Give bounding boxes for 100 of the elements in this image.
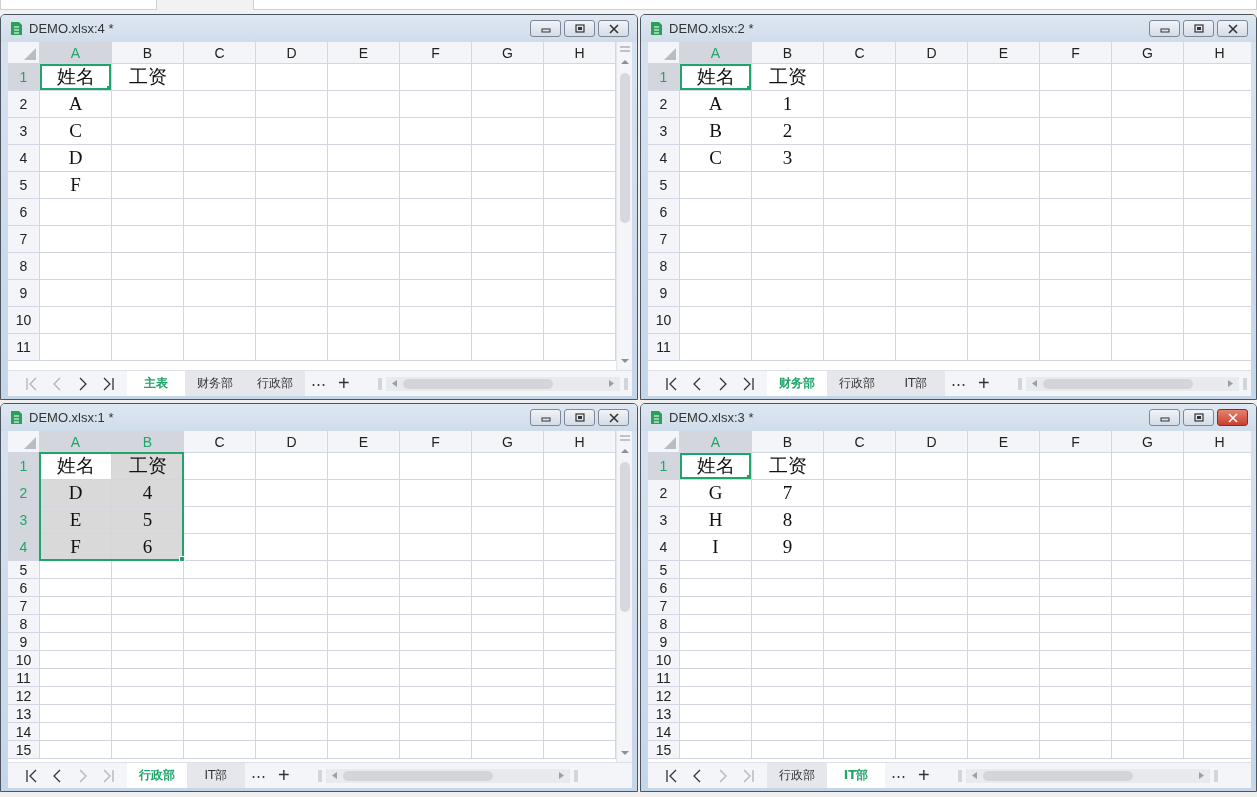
row-header[interactable]: 3 bbox=[8, 118, 40, 145]
table-cell[interactable] bbox=[968, 561, 1040, 579]
table-cell[interactable] bbox=[896, 741, 968, 759]
table-cell[interactable] bbox=[1040, 633, 1112, 651]
column-header[interactable]: D bbox=[256, 431, 328, 453]
table-cell[interactable] bbox=[400, 334, 472, 361]
table-cell[interactable] bbox=[1040, 118, 1112, 145]
table-cell[interactable] bbox=[328, 280, 400, 307]
table-cell[interactable] bbox=[896, 172, 968, 199]
table-cell[interactable] bbox=[824, 118, 896, 145]
close-button[interactable] bbox=[1217, 409, 1248, 426]
table-cell[interactable] bbox=[184, 507, 256, 534]
table-cell[interactable] bbox=[680, 199, 752, 226]
table-cell[interactable] bbox=[184, 480, 256, 507]
table-cell[interactable] bbox=[328, 507, 400, 534]
row-header[interactable]: 12 bbox=[648, 687, 680, 705]
close-button[interactable] bbox=[1217, 20, 1248, 37]
row-header[interactable]: 7 bbox=[8, 597, 40, 615]
table-cell[interactable] bbox=[680, 280, 752, 307]
table-cell[interactable] bbox=[184, 597, 256, 615]
table-cell[interactable] bbox=[256, 226, 328, 253]
table-cell[interactable] bbox=[184, 307, 256, 334]
table-cell[interactable]: H bbox=[680, 507, 752, 534]
add-sheet-button[interactable]: + bbox=[332, 372, 356, 395]
table-cell[interactable] bbox=[1040, 307, 1112, 334]
table-cell[interactable] bbox=[752, 561, 824, 579]
row-header[interactable]: 7 bbox=[648, 597, 680, 615]
table-cell[interactable] bbox=[112, 705, 184, 723]
table-cell[interactable] bbox=[824, 91, 896, 118]
horizontal-scrollbar[interactable] bbox=[1025, 376, 1239, 391]
table-cell[interactable] bbox=[896, 334, 968, 361]
row-header[interactable]: 15 bbox=[648, 741, 680, 759]
table-cell[interactable] bbox=[824, 280, 896, 307]
table-cell[interactable] bbox=[472, 615, 544, 633]
table-cell[interactable] bbox=[256, 64, 328, 91]
table-cell[interactable]: 2 bbox=[752, 118, 824, 145]
table-cell[interactable] bbox=[896, 669, 968, 687]
fill-handle[interactable] bbox=[747, 86, 751, 90]
table-cell[interactable] bbox=[256, 615, 328, 633]
table-cell[interactable] bbox=[256, 280, 328, 307]
table-cell[interactable] bbox=[256, 172, 328, 199]
table-cell[interactable] bbox=[824, 253, 896, 280]
table-cell[interactable] bbox=[968, 307, 1040, 334]
table-cell[interactable] bbox=[184, 615, 256, 633]
table-cell[interactable] bbox=[400, 615, 472, 633]
table-cell[interactable] bbox=[968, 534, 1040, 561]
table-cell[interactable] bbox=[1040, 253, 1112, 280]
table-cell[interactable] bbox=[40, 199, 112, 226]
table-cell[interactable]: C bbox=[680, 145, 752, 172]
table-cell[interactable] bbox=[400, 741, 472, 759]
table-cell[interactable] bbox=[328, 199, 400, 226]
table-cell[interactable] bbox=[1040, 561, 1112, 579]
table-cell[interactable] bbox=[896, 307, 968, 334]
table-cell[interactable] bbox=[472, 453, 544, 480]
row-header[interactable]: 7 bbox=[8, 226, 40, 253]
table-cell[interactable] bbox=[184, 118, 256, 145]
select-all-corner[interactable] bbox=[8, 431, 40, 453]
table-cell[interactable] bbox=[112, 253, 184, 280]
row-header[interactable]: 14 bbox=[648, 723, 680, 741]
table-cell[interactable]: 工资 bbox=[112, 64, 184, 91]
table-cell[interactable] bbox=[680, 334, 752, 361]
row-header[interactable]: 9 bbox=[8, 633, 40, 651]
table-cell[interactable] bbox=[1112, 741, 1184, 759]
table-cell[interactable] bbox=[968, 597, 1040, 615]
input-field[interactable] bbox=[0, 0, 157, 10]
table-cell[interactable] bbox=[400, 597, 472, 615]
table-cell[interactable] bbox=[1040, 334, 1112, 361]
table-cell[interactable] bbox=[472, 118, 544, 145]
table-cell[interactable] bbox=[1112, 307, 1184, 334]
table-cell[interactable] bbox=[824, 64, 896, 91]
table-cell[interactable] bbox=[1040, 91, 1112, 118]
table-cell[interactable] bbox=[680, 615, 752, 633]
table-cell[interactable]: F bbox=[40, 534, 112, 561]
table-cell[interactable] bbox=[896, 615, 968, 633]
table-cell[interactable] bbox=[472, 507, 544, 534]
table-cell[interactable] bbox=[400, 723, 472, 741]
table-cell[interactable] bbox=[824, 723, 896, 741]
table-cell[interactable] bbox=[112, 91, 184, 118]
table-cell[interactable] bbox=[1112, 453, 1184, 480]
row-header[interactable]: 9 bbox=[648, 633, 680, 651]
table-cell[interactable] bbox=[1040, 145, 1112, 172]
table-cell[interactable] bbox=[328, 741, 400, 759]
table-cell[interactable] bbox=[680, 253, 752, 280]
column-header[interactable]: B bbox=[752, 42, 824, 64]
table-cell[interactable] bbox=[1112, 687, 1184, 705]
row-header[interactable]: 8 bbox=[8, 253, 40, 280]
table-cell[interactable] bbox=[1040, 705, 1112, 723]
table-cell[interactable] bbox=[752, 687, 824, 705]
table-cell[interactable] bbox=[680, 307, 752, 334]
table-cell[interactable] bbox=[1040, 280, 1112, 307]
row-header[interactable]: 2 bbox=[648, 91, 680, 118]
table-cell[interactable] bbox=[896, 226, 968, 253]
table-cell[interactable] bbox=[824, 615, 896, 633]
table-cell[interactable] bbox=[680, 226, 752, 253]
table-cell[interactable] bbox=[680, 705, 752, 723]
table-cell[interactable] bbox=[400, 307, 472, 334]
table-cell[interactable] bbox=[968, 253, 1040, 280]
table-cell[interactable] bbox=[40, 651, 112, 669]
table-cell[interactable] bbox=[472, 705, 544, 723]
table-cell[interactable] bbox=[112, 633, 184, 651]
